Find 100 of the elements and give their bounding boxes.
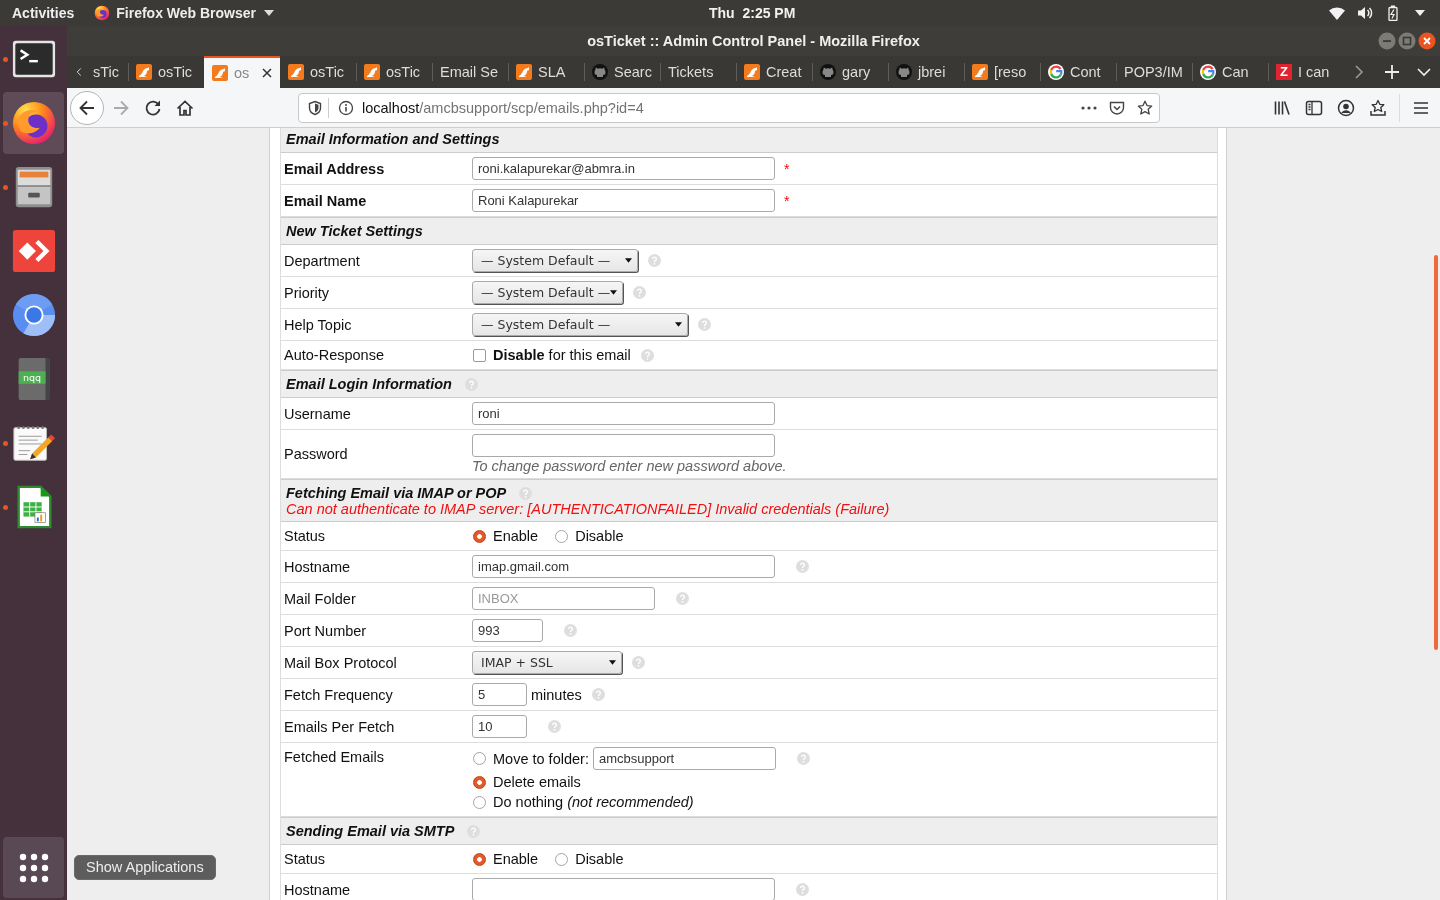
dock-item[interactable] [3,92,64,154]
shield-icon[interactable] [307,99,323,116]
clock[interactable]: Thu 2:25 PM [709,5,796,21]
library-icon[interactable] [1273,98,1291,117]
field-label: Port Number [283,622,368,639]
radio-button[interactable] [473,752,486,765]
text-field[interactable]: Roni Kalapurekar [472,189,775,212]
required-mark: * [784,160,790,177]
field-label: Hostname [283,558,352,575]
letter-tile-icon: Z [1276,64,1292,80]
back-button[interactable] [70,90,104,125]
browser-tab[interactable]: Can [1192,56,1268,88]
checkbox-label: Disable for this email [493,347,631,363]
scrollbar-thumb[interactable] [1434,255,1438,650]
browser-tab[interactable]: osTic [280,56,356,88]
section-title: Email Information and Settings [286,131,500,147]
tooltip: Show Applications [74,855,216,880]
radio-button[interactable] [555,529,569,543]
caret-icon[interactable] [1415,10,1425,16]
show-applications-button[interactable] [3,837,64,898]
browser-tab[interactable]: osTic [356,56,432,88]
diamond-chevron-icon [10,228,57,274]
caret-icon [264,10,275,16]
checkbox[interactable] [473,348,486,362]
radio-button[interactable] [473,852,486,866]
close-icon[interactable] [1418,32,1436,50]
browser-tab[interactable]: gary [812,56,888,88]
text-field[interactable]: roni.kalapurekar@abmra.in [472,157,775,180]
browser-tab[interactable]: Z I can [1268,56,1344,88]
kangaroo-tile-icon [516,64,532,80]
field-label: Fetch Frequency [283,686,394,703]
field-label: Email Name [283,192,368,209]
browser-tab[interactable]: osTic [128,56,204,88]
browser-tab[interactable]: Tickets [660,56,736,88]
radio-label: Move to folder: [493,750,589,767]
browser-tab[interactable]: Creat [736,56,812,88]
field-label: Email Address [283,160,386,177]
fox-logo-icon [94,5,111,21]
field-label: Fetched Emails [283,748,385,765]
wifi-icon[interactable] [1329,5,1345,21]
radio-button[interactable] [473,529,486,543]
text-field[interactable]: roni [472,402,775,425]
dropdown[interactable]: — System Default — [472,313,688,336]
battery-icon[interactable] [1385,5,1401,21]
volume-icon[interactable] [1357,5,1373,21]
info-icon[interactable] [338,99,354,116]
dropdown[interactable]: — System Default — [472,281,623,304]
dropdown[interactable]: — System Default — [472,249,638,272]
radio-button[interactable] [473,775,486,789]
kangaroo-tile-icon [212,65,228,81]
section-title: Sending Email via SMTP [286,823,455,839]
close-icon[interactable] [261,67,273,79]
text-field[interactable]: 10 [472,715,527,738]
field-label: Hostname [283,881,352,898]
browser-tab[interactable]: [reso [964,56,1040,88]
browser-tab[interactable]: Email Se [432,56,508,88]
text-field[interactable]: 5 [472,683,527,706]
window-title: osTicket :: Admin Control Panel - Mozilla Firefox [587,33,920,49]
caret-icon [610,290,618,295]
field-label: Help Topic [283,316,353,333]
radio-button[interactable] [555,852,569,866]
field-label: Priority [283,284,331,301]
radio-button[interactable] [473,795,486,809]
kangaroo-tile-icon [136,64,152,80]
radio-label: Disable [575,851,624,867]
more-dots-icon[interactable] [1081,105,1097,110]
browser-tab[interactable]: Cont [1040,56,1116,88]
browser-tab[interactable]: jbrei [888,56,964,88]
dropdown[interactable]: IMAP + SSL [472,651,622,674]
browser-tab[interactable]: SLA [508,56,584,88]
browser-tab[interactable]: sTic [90,56,128,88]
cat-logo-icon [820,64,836,80]
sidebar-icon[interactable] [1305,98,1323,117]
activities-button[interactable]: Activities [12,5,75,21]
plus-icon[interactable] [1384,64,1400,80]
text-field[interactable]: 993 [472,619,543,642]
field-label: Password [283,446,349,462]
browser-tab[interactable]: Searc [584,56,660,88]
star-tray-icon[interactable] [1369,98,1387,117]
address-bar[interactable]: localhost/amcbsupport/scp/emails.php?id=4 [298,92,1160,123]
text-field[interactable] [472,878,775,900]
text-field[interactable]: imap.gmail.com [472,555,775,578]
minimize-icon[interactable] [1378,32,1396,50]
text-field[interactable]: amcbsupport [592,747,776,770]
pocket-icon[interactable] [1109,99,1125,116]
browser-tab[interactable]: POP3/IM [1116,56,1192,88]
text-field[interactable] [472,434,775,457]
account-icon[interactable] [1337,98,1355,117]
field-label: Auto-Response [283,347,385,363]
caret-icon [675,322,682,327]
text-field[interactable]: INBOX [472,587,655,610]
app-grid-icon [18,852,49,883]
star-icon[interactable] [1137,99,1153,116]
radio-label: Do nothing (not recommended) [493,794,694,810]
field-label: Status [283,528,327,544]
field-label: Emails Per Fetch [283,718,396,735]
radio-label: Enable [493,851,539,867]
field-label: Mail Box Protocol [283,654,398,671]
app-menu[interactable]: Firefox Web Browser [94,5,275,21]
chevron-right-icon[interactable] [1354,64,1364,80]
